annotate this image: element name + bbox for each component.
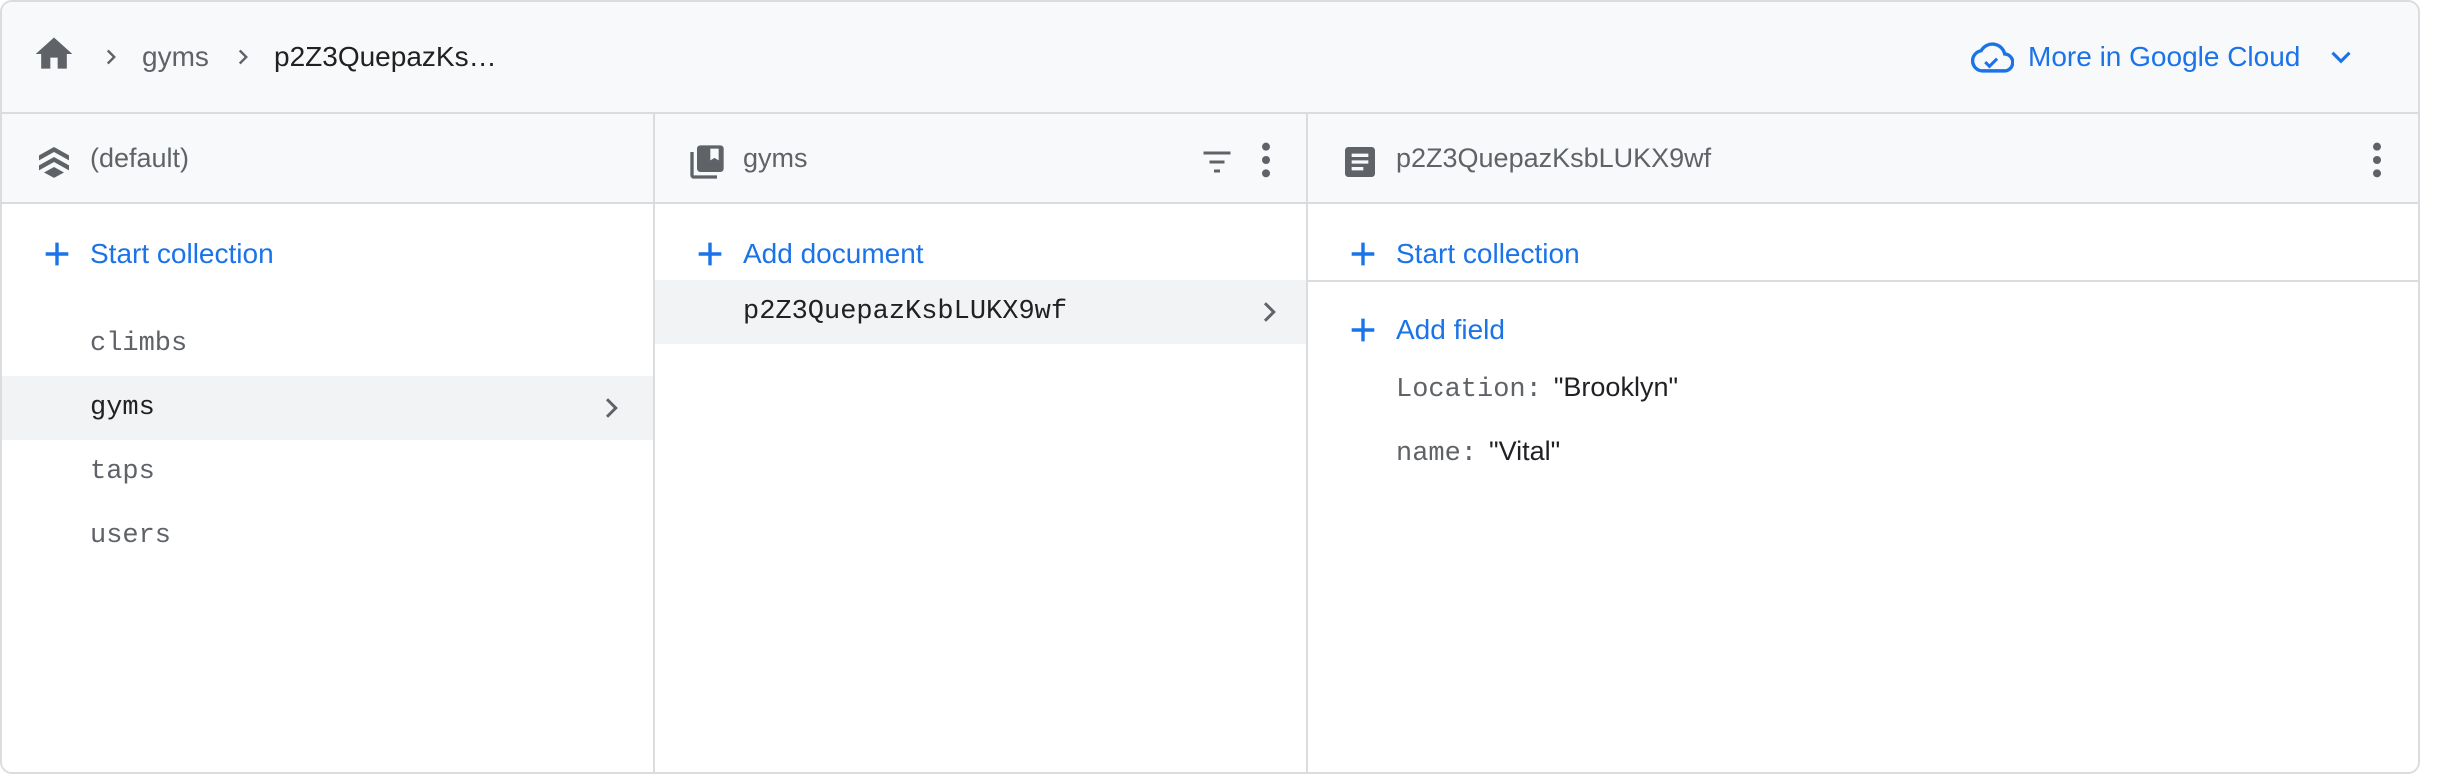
collection-panel: gyms Add document p2Z3QuepazKsbLUKX9wf [655, 114, 1308, 772]
add-field-button[interactable]: Add field [1346, 302, 1505, 358]
breadcrumb-gyms[interactable]: gyms [142, 2, 209, 112]
plus-icon [1351, 242, 1375, 266]
collection-label: taps [90, 457, 155, 487]
more-vert-icon[interactable] [2369, 140, 2385, 180]
field-value: "Vital" [1489, 436, 1561, 466]
field-key: Location: [1396, 375, 1542, 405]
cloud-icon [1970, 42, 2014, 73]
add-document-button[interactable]: Add document [693, 226, 924, 282]
more-in-google-cloud-button[interactable]: More in Google Cloud [1970, 32, 2358, 82]
collection-item-taps[interactable]: taps [2, 440, 653, 504]
collection-item-users[interactable]: users [2, 504, 653, 568]
collection-panel-header: gyms [655, 114, 1306, 204]
add-document-label: Add document [743, 238, 924, 269]
document-panel: p2Z3QuepazKsbLUKX9wf Start collection Ad… [1308, 114, 2418, 772]
start-collection-label: Start collection [1396, 238, 1580, 269]
start-subcollection-button[interactable]: Start collection [1346, 226, 1580, 282]
database-title: (default) [90, 143, 190, 173]
filter-icon[interactable] [1197, 144, 1237, 180]
chevron-right-icon [106, 49, 116, 65]
document-title: p2Z3QuepazKsbLUKX9wf [1396, 143, 1712, 173]
field-value: "Brooklyn" [1553, 372, 1679, 402]
chevron-right-icon [605, 398, 618, 418]
home-icon[interactable] [32, 32, 76, 76]
collection-title: gyms [743, 143, 808, 173]
field-row-location[interactable]: Location: "Brooklyn" [1396, 362, 1678, 412]
more-in-google-cloud-label: More in Google Cloud [2028, 41, 2301, 72]
document-panel-header: p2Z3QuepazKsbLUKX9wf [1308, 114, 2418, 204]
chevron-down-icon [2331, 51, 2351, 64]
field-row-name[interactable]: name: "Vital" [1396, 426, 1560, 476]
firestore-data-viewer: gyms p2Z3QuepazKs… More in Google Cloud … [0, 0, 2420, 774]
collection-label: users [90, 521, 172, 551]
document-id: p2Z3QuepazKsbLUKX9wf [743, 297, 1068, 327]
breadcrumb-bar: gyms p2Z3QuepazKs… More in Google Cloud [2, 2, 2418, 114]
breadcrumb-document[interactable]: p2Z3QuepazKs… [274, 2, 497, 112]
document-icon [1345, 147, 1375, 177]
start-collection-label: Start collection [90, 238, 274, 269]
firestore-icon [39, 147, 69, 178]
plus-icon [45, 242, 69, 266]
chevron-right-icon [1263, 302, 1276, 322]
collection-label: gyms [90, 393, 155, 423]
collection-label: climbs [90, 329, 188, 359]
collection-icon [690, 145, 724, 179]
database-panel-header: (default) [2, 114, 653, 204]
plus-icon [1351, 318, 1375, 342]
chevron-right-icon [238, 49, 248, 65]
collection-item-climbs[interactable]: climbs [2, 312, 653, 376]
start-collection-button[interactable]: Start collection [40, 226, 274, 282]
divider [1308, 280, 2418, 282]
collection-item-gyms[interactable]: gyms [2, 376, 653, 440]
database-panel: (default) Start collection climbs gyms t… [2, 114, 655, 772]
plus-icon [698, 242, 722, 266]
document-item[interactable]: p2Z3QuepazKsbLUKX9wf [655, 280, 1306, 344]
field-key: name: [1396, 439, 1478, 469]
add-field-label: Add field [1396, 314, 1505, 345]
more-vert-icon[interactable] [1258, 140, 1274, 180]
